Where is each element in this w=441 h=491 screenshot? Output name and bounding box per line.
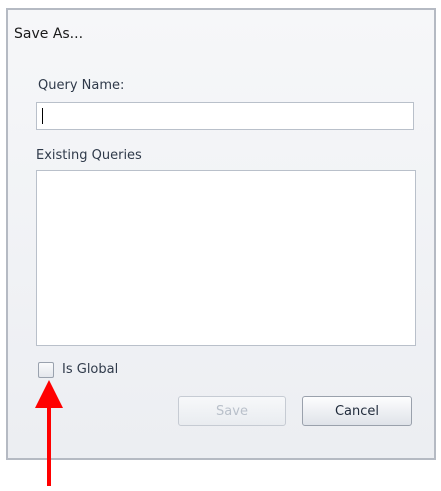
query-name-input[interactable] (36, 102, 414, 130)
existing-queries-label: Existing Queries (36, 148, 142, 163)
save-as-dialog: Save As... Query Name: Existing Queries … (6, 8, 436, 460)
annotation-arrow-shaft (47, 404, 51, 486)
save-button[interactable]: Save (178, 396, 286, 426)
is-global-checkbox[interactable] (38, 362, 54, 378)
text-caret (42, 108, 43, 124)
cancel-button[interactable]: Cancel (302, 396, 412, 426)
query-name-label: Query Name: (38, 78, 125, 93)
dialog-title: Save As... (14, 26, 84, 42)
existing-queries-list[interactable] (36, 170, 416, 346)
is-global-label[interactable]: Is Global (62, 362, 118, 377)
